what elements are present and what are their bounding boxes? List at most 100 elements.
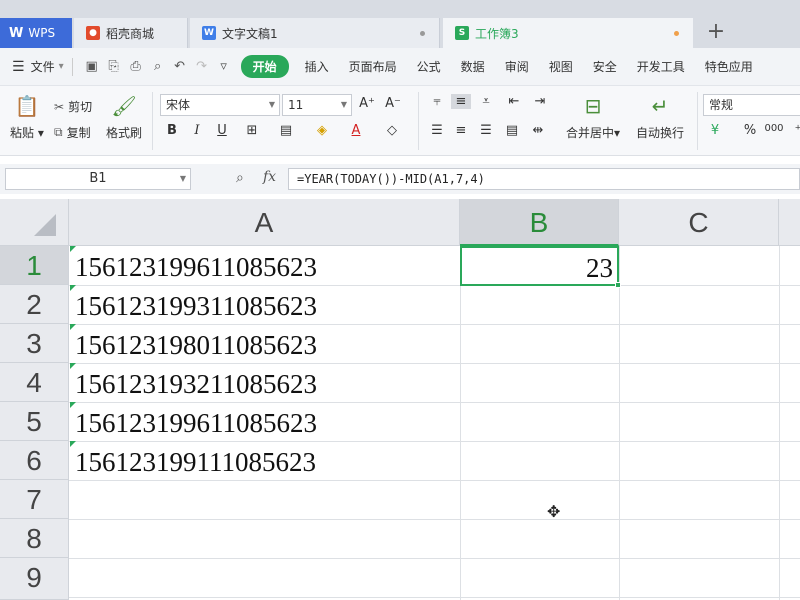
tab-workbook[interactable]: S 工作簿3 xyxy=(443,18,693,48)
cell-b1-selected[interactable]: 23 xyxy=(460,246,621,288)
zoom-search-icon[interactable]: ⌕ xyxy=(236,170,244,186)
gridline xyxy=(69,519,800,520)
hamburger-icon[interactable]: ☰ xyxy=(12,59,25,75)
borders-icon[interactable]: ⊞ xyxy=(242,123,262,138)
copy-button[interactable]: ⧉ 复制 xyxy=(54,124,91,141)
italic-icon[interactable]: I xyxy=(187,123,207,138)
formula-input[interactable]: =YEAR(TODAY())-MID(A1,7,4) xyxy=(288,168,800,190)
row-header-3[interactable]: 3 xyxy=(0,324,69,363)
export-icon[interactable]: ⎘ xyxy=(103,59,125,74)
align-center-icon[interactable]: ≡ xyxy=(451,123,471,138)
menu-start[interactable]: 开始 xyxy=(240,55,289,78)
menu-review[interactable]: 审阅 xyxy=(495,58,539,75)
menu-security[interactable]: 安全 xyxy=(583,58,627,75)
increase-font-icon[interactable]: A⁺ xyxy=(357,96,377,111)
fill-color-icon[interactable]: ◈ xyxy=(312,123,332,138)
cell-a2[interactable]: 156123199311085623 xyxy=(70,285,460,324)
decimal-icon[interactable]: ⁺ xyxy=(788,123,800,138)
save-icon[interactable]: ▣ xyxy=(81,59,103,74)
unsaved-dot-icon[interactable] xyxy=(674,31,679,36)
fill-handle[interactable] xyxy=(615,282,621,288)
name-box[interactable]: B1 ▼ xyxy=(5,168,191,190)
menu-developer[interactable]: 开发工具 xyxy=(627,58,695,75)
cell-a5[interactable]: 156123199611085623 xyxy=(70,402,460,441)
column-header-a[interactable]: A xyxy=(69,199,460,246)
distribute-icon[interactable]: ⇹ xyxy=(528,123,548,138)
chevron-down-icon[interactable]: ▼ xyxy=(180,169,186,189)
column-header-b[interactable]: B xyxy=(460,199,619,246)
row-header-6[interactable]: 6 xyxy=(0,441,69,480)
number-format-select[interactable]: 常规 xyxy=(703,94,800,116)
number-format-value: 常规 xyxy=(709,98,734,112)
print-preview-icon[interactable]: ⌕ xyxy=(147,59,169,74)
row-header-8[interactable]: 8 xyxy=(0,519,69,558)
currency-icon[interactable]: ¥ xyxy=(705,123,725,138)
format-painter-button[interactable]: 🖌 格式刷 xyxy=(106,94,142,141)
tab-writer-doc[interactable]: W 文字文稿1 xyxy=(190,18,440,48)
cut-label: 剪切 xyxy=(68,100,93,114)
chevron-down-icon[interactable]: ▾ xyxy=(59,61,64,72)
cell-a4[interactable]: 156123193211085623 xyxy=(70,363,460,402)
tab-wps-home[interactable]: W WPS xyxy=(0,18,72,48)
select-all-button[interactable] xyxy=(0,199,69,246)
customize-chevron-icon[interactable]: ▿ xyxy=(213,59,235,74)
menu-view[interactable]: 视图 xyxy=(539,58,583,75)
increase-indent-icon[interactable]: ⇥ xyxy=(530,94,550,109)
wrap-text-button[interactable]: ↵ 自动换行 xyxy=(636,94,684,141)
thousands-separator-icon[interactable]: 000 xyxy=(764,123,784,134)
gridline xyxy=(69,480,800,481)
decrease-font-icon[interactable]: A⁻ xyxy=(383,96,403,111)
paste-icon: 📋 xyxy=(14,94,40,118)
menu-formulas[interactable]: 公式 xyxy=(407,58,451,75)
row-header-5[interactable]: 5 xyxy=(0,402,69,441)
justify-icon[interactable]: ▤ xyxy=(502,123,522,138)
decrease-indent-icon[interactable]: ⇤ xyxy=(504,94,524,109)
row-header-7[interactable]: 7 xyxy=(0,480,69,519)
undo-icon[interactable]: ↶ xyxy=(169,59,191,74)
column-header-d[interactable] xyxy=(779,199,800,246)
cell-a3[interactable]: 156123198011085623 xyxy=(70,324,460,363)
clear-format-icon[interactable]: ◇ xyxy=(382,123,402,138)
menu-page-layout[interactable]: 页面布局 xyxy=(339,58,407,75)
menu-data[interactable]: 数据 xyxy=(451,58,495,75)
font-size-select[interactable]: 11 ▼ xyxy=(282,94,352,116)
align-right-icon[interactable]: ☰ xyxy=(476,123,496,138)
align-top-icon[interactable]: ⫧ xyxy=(427,94,447,109)
menu-file[interactable]: 文件 xyxy=(31,58,55,75)
row-header-2[interactable]: 2 xyxy=(0,285,69,324)
row-header-4[interactable]: 4 xyxy=(0,363,69,402)
align-left-icon[interactable]: ☰ xyxy=(427,123,447,138)
scissors-icon: ✂ xyxy=(54,99,65,114)
tab-close-dot-icon[interactable] xyxy=(420,31,425,36)
row-header-1[interactable]: 1 xyxy=(0,246,69,285)
paste-button[interactable]: 📋 粘贴 ▾ xyxy=(10,94,44,141)
font-name-select[interactable]: 宋体 ▼ xyxy=(160,94,280,116)
menu-special-apps[interactable]: 特色应用 xyxy=(695,58,763,75)
cell-a6[interactable]: 156123199111085623 xyxy=(70,441,460,480)
bold-icon[interactable]: B xyxy=(162,123,182,138)
align-bottom-icon[interactable]: ⩡ xyxy=(476,94,496,109)
font-color-icon[interactable]: A xyxy=(346,123,366,138)
redo-icon[interactable]: ↷ xyxy=(191,59,213,74)
cut-button[interactable]: ✂ 剪切 xyxy=(54,98,92,115)
column-header-c[interactable]: C xyxy=(619,199,779,246)
divider xyxy=(697,92,698,150)
writer-doc-icon: W xyxy=(202,26,216,40)
align-middle-icon[interactable]: ≡ xyxy=(451,94,471,109)
fill-style-icon[interactable]: ▤ xyxy=(276,123,296,138)
menu-insert[interactable]: 插入 xyxy=(295,58,339,75)
new-tab-button[interactable]: + xyxy=(705,19,727,45)
cell-a1[interactable]: 156123199611085623 xyxy=(70,246,460,285)
row-header-9[interactable]: 9 xyxy=(0,558,69,600)
percent-button[interactable]: % xyxy=(740,123,760,138)
tab-docer-mall[interactable]: ● 稻壳商城 xyxy=(74,18,188,48)
tab-writer-label: 文字文稿1 xyxy=(222,26,278,41)
underline-icon[interactable]: U xyxy=(212,123,232,138)
merge-center-button[interactable]: ⊟ 合并居中▾ xyxy=(566,94,620,141)
print-icon[interactable]: ⎙ xyxy=(125,59,147,74)
tab-workbook-label: 工作簿3 xyxy=(475,26,519,41)
insert-function-icon[interactable]: fx xyxy=(263,169,276,185)
copy-label: 复制 xyxy=(66,126,91,140)
divider xyxy=(71,57,73,76)
cell-a4-value: 156123193211085623 xyxy=(75,369,317,399)
